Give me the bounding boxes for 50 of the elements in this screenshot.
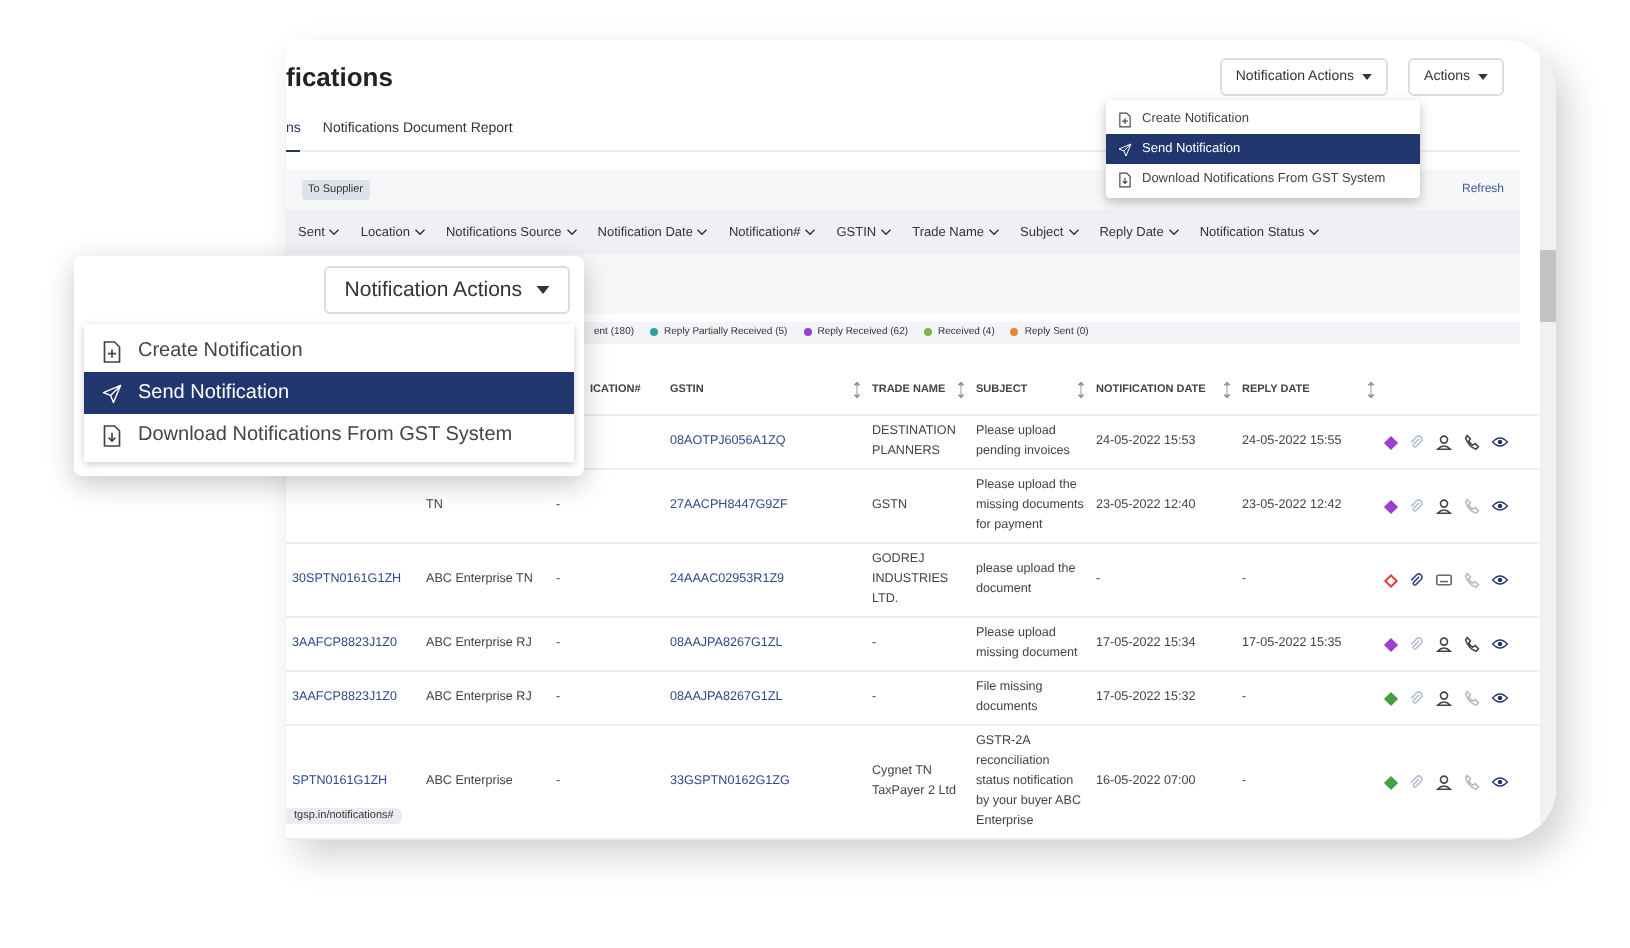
sort-icon[interactable] — [1368, 382, 1374, 398]
paperclip-icon[interactable] — [1408, 774, 1424, 790]
paperclip-icon[interactable] — [1408, 690, 1424, 706]
file-plus-icon — [1118, 111, 1132, 127]
scrollbar-thumb[interactable] — [1540, 250, 1556, 322]
chevron-down-icon — [804, 228, 817, 237]
menu-item[interactable]: Send Notification — [84, 372, 574, 414]
file-plus-icon — [102, 339, 122, 363]
notification-actions-button[interactable]: Notification Actions — [324, 266, 570, 314]
paperclip-icon[interactable] — [1408, 498, 1424, 514]
eye-icon[interactable] — [1492, 498, 1508, 514]
sort-icon[interactable] — [958, 382, 964, 398]
caret-icon — [1478, 74, 1488, 81]
page-title: fications — [286, 62, 395, 93]
person-icon[interactable] — [1436, 690, 1452, 706]
chevron-down-icon — [988, 228, 1001, 237]
menu-item[interactable]: Create Notification — [84, 330, 574, 372]
sort-icon[interactable] — [1224, 382, 1230, 398]
caret-icon — [1362, 74, 1373, 81]
paper-plane-icon — [1118, 141, 1132, 157]
person-icon[interactable] — [1436, 498, 1452, 514]
chevron-down-icon — [1167, 228, 1180, 237]
eye-icon[interactable] — [1492, 636, 1508, 652]
chevron-down-icon — [413, 228, 426, 237]
menu-item[interactable]: Download Notifications From GST System — [84, 414, 574, 456]
eye-icon[interactable] — [1492, 572, 1508, 588]
chevron-down-icon — [1308, 228, 1321, 237]
eye-icon[interactable] — [1492, 434, 1508, 450]
paper-plane-icon — [102, 381, 122, 405]
paperclip-icon[interactable] — [1408, 636, 1424, 652]
paperclip-icon[interactable] — [1408, 434, 1424, 450]
caret-icon — [536, 286, 550, 294]
sort-icon[interactable] — [1078, 382, 1084, 398]
file-download-icon — [102, 423, 122, 447]
keyboard-icon[interactable] — [1436, 572, 1452, 588]
eye-icon[interactable] — [1492, 774, 1508, 790]
chevron-down-icon — [696, 228, 709, 237]
person-icon[interactable] — [1436, 434, 1452, 450]
person-icon[interactable] — [1436, 774, 1452, 790]
chevron-down-icon — [1067, 228, 1080, 237]
phone-icon[interactable] — [1464, 434, 1480, 450]
chevron-down-icon — [328, 228, 341, 237]
eye-icon[interactable] — [1492, 690, 1508, 706]
file-download-icon — [1118, 171, 1132, 187]
sort-icon[interactable] — [854, 382, 860, 398]
paperclip-icon[interactable] — [1408, 572, 1424, 588]
phone-icon[interactable] — [1464, 636, 1480, 652]
person-icon[interactable] — [1436, 636, 1452, 652]
chevron-down-icon — [565, 228, 578, 237]
chevron-down-icon — [880, 228, 893, 237]
